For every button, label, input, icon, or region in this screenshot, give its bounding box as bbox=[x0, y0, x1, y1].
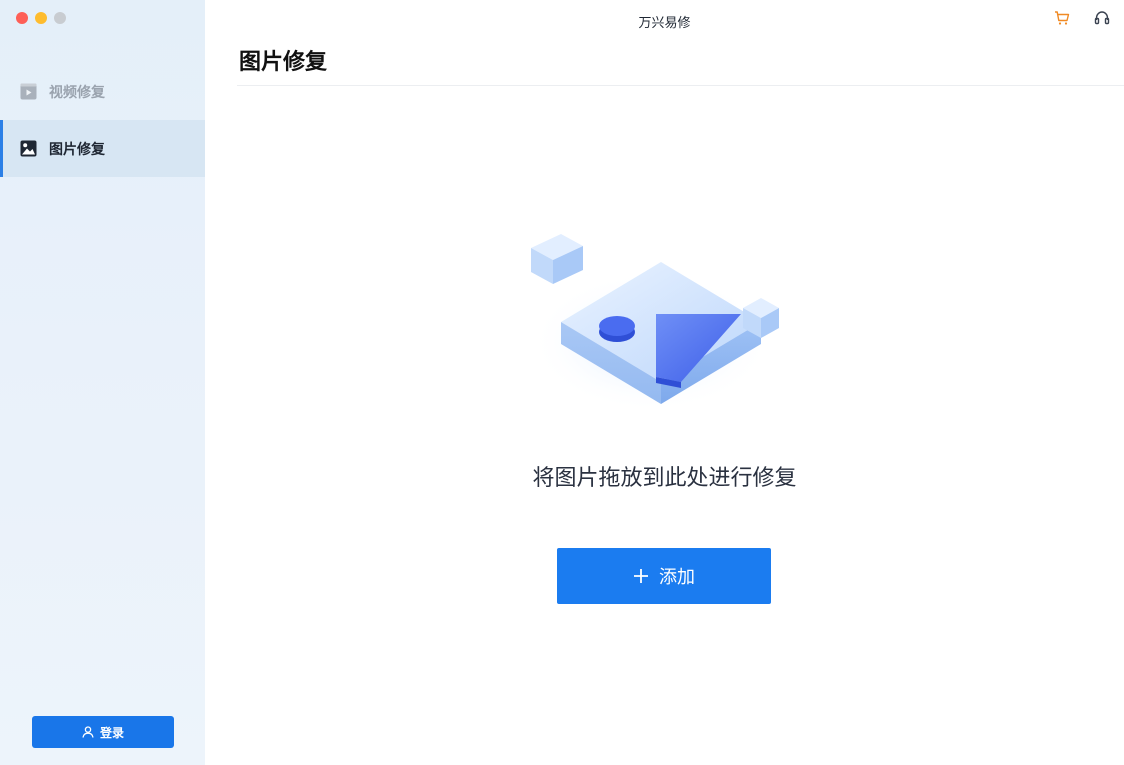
cart-icon[interactable] bbox=[1054, 10, 1070, 26]
sidebar-item-image-repair[interactable]: 图片修复 bbox=[0, 120, 205, 177]
plus-icon bbox=[634, 569, 648, 583]
drop-hint: 将图片拖放到此处进行修复 bbox=[532, 466, 797, 491]
main-panel: 万兴易修 图片修复 将图片拖放到此处进行修复 添加 bbox=[205, 0, 1124, 765]
minimize-window-button[interactable] bbox=[35, 12, 47, 24]
header-divider bbox=[237, 85, 1124, 86]
sidebar-item-label: 视频修复 bbox=[49, 84, 105, 101]
image-icon bbox=[20, 140, 37, 157]
video-icon bbox=[20, 83, 37, 100]
headset-icon[interactable] bbox=[1094, 10, 1110, 26]
app-window: 视频修复 图片修复 登录 万兴易修 图片修复 将图片拖放到此处进行修复 添加 bbox=[0, 0, 1124, 765]
page-title: 图片修复 bbox=[239, 50, 328, 75]
login-button[interactable]: 登录 bbox=[32, 716, 174, 748]
toolbar-icons bbox=[1054, 10, 1110, 26]
add-button-label: 添加 bbox=[659, 567, 695, 588]
sidebar-item-video-repair[interactable]: 视频修复 bbox=[0, 63, 205, 120]
window-controls bbox=[16, 12, 66, 24]
image-drop-illustration bbox=[531, 234, 779, 412]
zoom-window-button[interactable] bbox=[54, 12, 66, 24]
user-icon bbox=[82, 726, 94, 738]
login-label: 登录 bbox=[99, 725, 124, 740]
sidebar: 视频修复 图片修复 登录 bbox=[0, 0, 205, 765]
add-button[interactable]: 添加 bbox=[557, 548, 771, 604]
window-title: 万兴易修 bbox=[638, 16, 691, 31]
sidebar-nav: 视频修复 图片修复 bbox=[0, 63, 205, 177]
close-window-button[interactable] bbox=[16, 12, 28, 24]
sidebar-item-label: 图片修复 bbox=[49, 141, 105, 158]
